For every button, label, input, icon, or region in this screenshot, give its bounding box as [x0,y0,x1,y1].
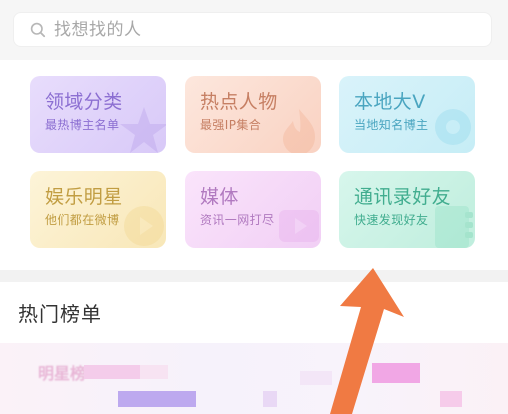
ranking-list-item[interactable]: 明星榜 [0,343,508,414]
ranking-item-label: 明星榜 [38,364,87,383]
category-title: 娱乐明星 [45,186,123,208]
category-subtitle: 快速发现好友 [354,213,429,227]
category-title: 本地大V [354,91,426,113]
play-icon [124,206,164,246]
category-card-hot-people[interactable]: 热点人物 最强IP集合 [185,76,321,153]
category-grid: 领域分类 最热博主名单 热点人物 最强IP集合 本地大V 当地知名博主 娱乐明星… [0,60,508,270]
search-placeholder: 找想找的人 [54,20,142,40]
search-area: 找想找的人 [0,0,508,60]
category-title: 领域分类 [45,91,123,113]
search-bar[interactable]: 找想找的人 [13,12,492,47]
category-card-media[interactable]: 媒体 资讯一网打尽 [185,171,321,248]
category-card-contacts-friends[interactable]: 通讯录好友 快速发现好友 [339,171,475,248]
mosaic-block [372,363,420,383]
category-subtitle: 他们都在微博 [45,213,120,227]
category-subtitle: 当地知名博主 [354,118,429,132]
contacts-icon [435,206,473,248]
category-subtitle: 资讯一网打尽 [200,213,275,227]
play-icon [279,210,319,242]
flame-icon [283,109,315,153]
hot-ranking-section: 热门榜单 明星榜 [0,282,508,414]
category-card-local-v[interactable]: 本地大V 当地知名博主 [339,76,475,153]
category-title: 媒体 [200,186,239,208]
location-pin-icon [435,109,471,145]
category-subtitle: 最热博主名单 [45,118,120,132]
section-divider [0,270,508,282]
mosaic-block [118,391,196,407]
category-subtitle: 最强IP集合 [200,118,262,132]
category-card-entertainment-stars[interactable]: 娱乐明星 他们都在微博 [30,171,166,248]
mosaic-block [263,391,277,407]
search-icon [30,22,46,38]
star-icon [120,107,166,153]
mosaic-block [440,391,462,407]
mosaic-block [300,371,332,385]
section-title: 热门榜单 [18,302,102,326]
category-card-domain[interactable]: 领域分类 最热博主名单 [30,76,166,153]
find-people-page: 找想找的人 领域分类 最热博主名单 热点人物 最强IP集合 本地大V 当地知名博… [0,0,508,414]
mosaic-block [140,365,168,379]
mosaic-block [84,365,140,379]
category-title: 热点人物 [200,91,278,113]
